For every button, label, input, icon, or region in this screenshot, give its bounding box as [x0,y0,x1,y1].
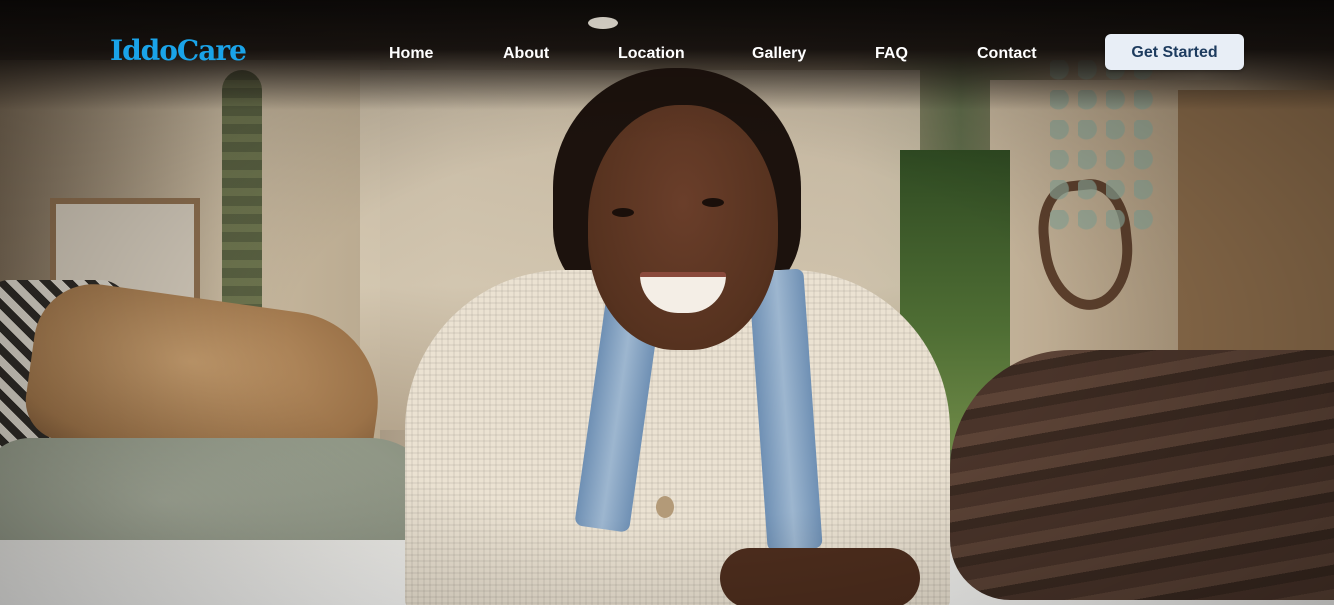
top-navigation: IddoCare Home About Location Gallery FAQ… [0,0,1334,100]
brand-logo[interactable]: IddoCare [110,34,247,67]
nav-link-home[interactable]: Home [389,44,433,64]
nav-link-about[interactable]: About [503,44,549,64]
nav-link-gallery[interactable]: Gallery [752,44,806,64]
hero-section: IddoCare Home About Location Gallery FAQ… [0,0,1334,605]
nav-link-faq[interactable]: FAQ [875,44,908,64]
nav-link-location[interactable]: Location [618,44,685,64]
nav-link-contact[interactable]: Contact [977,44,1037,64]
get-started-button[interactable]: Get Started [1105,34,1244,70]
